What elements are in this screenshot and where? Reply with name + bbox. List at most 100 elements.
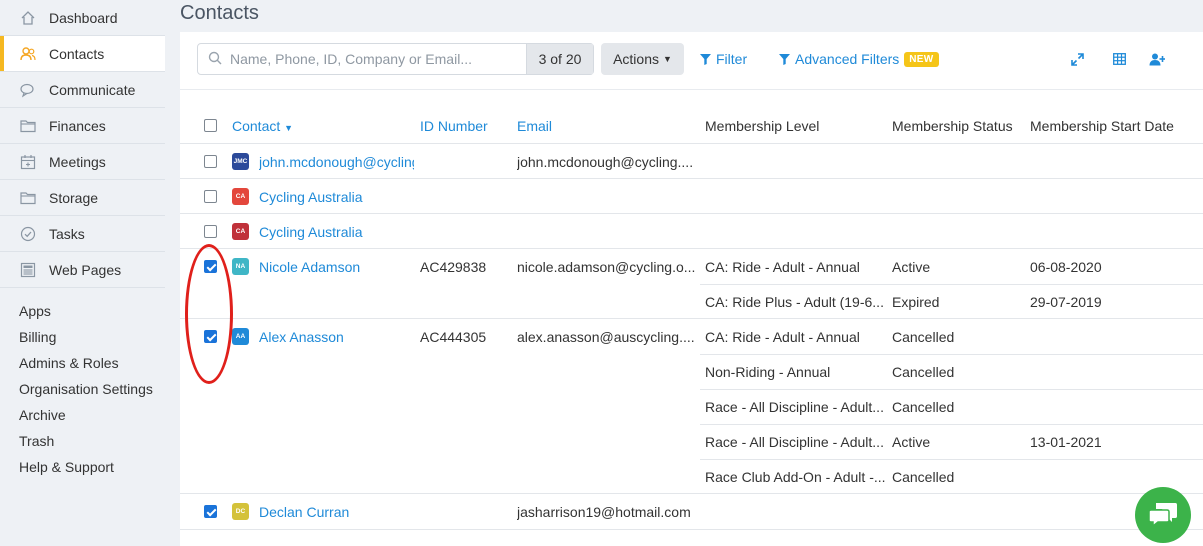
sidebar-link-help-support[interactable]: Help & Support: [0, 454, 165, 480]
sidebar-item-label: Storage: [49, 189, 99, 206]
sidebar-item-label: Finances: [49, 117, 106, 134]
email-column-header[interactable]: Email: [517, 108, 552, 144]
sidebar-item-label: Web Pages: [49, 261, 122, 278]
contacts-table: Contact ▼ ID Number Email Membership Lev…: [180, 108, 1203, 530]
toolbar: 3 of 20 Actions ▼ Filter Advanced Filter…: [180, 32, 1203, 90]
search-box[interactable]: 3 of 20: [197, 43, 594, 75]
expand-icon[interactable]: [1068, 50, 1086, 68]
contact-name-link[interactable]: Alex Anasson: [259, 319, 414, 355]
table-row[interactable]: NA Nicole Adamson AC429838 nicole.adamson@c…: [180, 249, 1203, 319]
table-icon[interactable]: [1110, 50, 1128, 68]
highlight-annotation: [185, 244, 233, 384]
sidebar-item-dashboard[interactable]: Dashboard: [0, 0, 165, 36]
sidebar-link-apps[interactable]: Apps: [0, 298, 165, 324]
actions-button[interactable]: Actions ▼: [601, 43, 684, 75]
sidebar-link-archive[interactable]: Archive: [0, 402, 165, 428]
sidebar-item-label: Contacts: [49, 45, 105, 62]
membership-start-cell: [1030, 354, 1203, 390]
sort-down-icon: ▼: [284, 123, 294, 133]
contact-column-header[interactable]: Contact ▼: [232, 108, 293, 144]
sidebar-item-label: Tasks: [49, 225, 85, 242]
contact-name-link[interactable]: Nicole Adamson: [259, 249, 414, 285]
search-icon: [208, 51, 224, 67]
filter-label: Filter: [716, 51, 748, 67]
funnel-icon: [700, 53, 711, 65]
membership-level-cell: Non-Riding - Annual: [705, 364, 831, 380]
sidebar-link-billing[interactable]: Billing: [0, 324, 165, 350]
advanced-filters-button[interactable]: Advanced Filters NEW: [779, 43, 939, 75]
email-cell: jasharrison19@hotmail.com: [517, 504, 691, 520]
sidebar-link-trash[interactable]: Trash: [0, 428, 165, 454]
avatar: CA: [232, 188, 249, 205]
avatar: NA: [232, 258, 249, 275]
sidebar-item-web-pages[interactable]: Web Pages: [0, 252, 165, 288]
membership-level-cell: CA: Ride Plus - Adult (19-6...: [705, 294, 884, 310]
contact-name-link[interactable]: john.mcdonough@cycling: [259, 144, 414, 180]
table-row[interactable]: DC Declan Curran jasharrison19@hotmail.com: [180, 494, 1203, 530]
email-cell: [517, 179, 697, 215]
sidebar-item-label: Meetings: [49, 153, 106, 170]
sidebar: Dashboard Contacts Communicate Finances Meet…: [0, 0, 165, 546]
membership-status-cell: Active: [892, 259, 931, 275]
sidebar-item-storage[interactable]: Storage: [0, 180, 165, 216]
email-cell: john.mcdonough@cycling....: [517, 154, 694, 170]
web-page-icon: [19, 261, 37, 279]
table-row[interactable]: AA Alex Anasson AC444305 alex.anasson@auscy…: [180, 319, 1203, 494]
table-row[interactable]: JMC john.mcdonough@cycling john.mcdonough@…: [180, 144, 1203, 179]
membership-status-cell: Cancelled: [892, 329, 955, 345]
membership-status-cell: Cancelled: [892, 399, 955, 415]
row-checkbox[interactable]: [204, 190, 217, 203]
membership-level-cell: CA: Ride - Adult - Annual: [705, 259, 860, 275]
avatar: JMC: [232, 153, 249, 170]
home-icon: [19, 9, 37, 27]
contact-name-link[interactable]: Cycling Australia: [259, 179, 414, 215]
email-cell: [517, 214, 697, 250]
result-count: 3 of 20: [526, 44, 593, 74]
page-title: Contacts: [180, 2, 259, 24]
sidebar-item-tasks[interactable]: Tasks: [0, 216, 165, 252]
row-checkbox[interactable]: [204, 505, 217, 518]
sidebar-link-organisation-settings[interactable]: Organisation Settings: [0, 376, 165, 402]
select-all-checkbox[interactable]: [204, 119, 217, 132]
table-row[interactable]: CA Cycling Australia: [180, 214, 1203, 249]
sidebar-item-finances[interactable]: Finances: [0, 108, 165, 144]
sidebar-item-contacts[interactable]: Contacts: [0, 36, 165, 72]
contact-name-link[interactable]: Declan Curran: [259, 494, 414, 530]
sidebar-item-meetings[interactable]: Meetings: [0, 144, 165, 180]
membership-status-cell: Cancelled: [892, 364, 955, 380]
id-number-cell: [420, 214, 510, 250]
folder-icon: [19, 189, 37, 207]
sidebar-item-communicate[interactable]: Communicate: [0, 72, 165, 108]
membership-level-cell: Race Club Add-On - Adult -...: [705, 469, 885, 485]
advanced-filters-label: Advanced Filters: [795, 51, 900, 67]
table-header-row: Contact ▼ ID Number Email Membership Lev…: [180, 108, 1203, 144]
membership-level-cell: Race - All Discipline - Adult...: [705, 434, 884, 450]
id-number-column-header[interactable]: ID Number: [420, 108, 488, 144]
sidebar-item-label: Communicate: [49, 81, 136, 98]
avatar: DC: [232, 503, 249, 520]
membership-start-cell: 29-07-2019: [1030, 294, 1102, 310]
chevron-down-icon: ▼: [663, 54, 672, 64]
id-number-cell: AC444305: [420, 329, 487, 345]
filter-button[interactable]: Filter: [700, 43, 747, 75]
avatar: CA: [232, 223, 249, 240]
membership-level-cell: Race - All Discipline - Adult...: [705, 399, 884, 415]
row-checkbox[interactable]: [204, 225, 217, 238]
membership-start-cell: [1030, 459, 1203, 495]
id-number-cell: [420, 144, 510, 180]
calendar-icon: [19, 153, 37, 171]
folder-icon: [19, 117, 37, 135]
chat-button[interactable]: [1135, 487, 1191, 543]
contact-name-link[interactable]: Cycling Australia: [259, 214, 414, 250]
membership-level-column-header: Membership Level: [705, 118, 820, 134]
search-input[interactable]: [230, 51, 510, 67]
sidebar-link-admins-roles[interactable]: Admins & Roles: [0, 350, 165, 376]
table-row[interactable]: CA Cycling Australia: [180, 179, 1203, 214]
add-contact-icon[interactable]: [1148, 50, 1166, 68]
id-number-cell: AC429838: [420, 259, 487, 275]
row-checkbox[interactable]: [204, 155, 217, 168]
membership-status-cell: Active: [892, 434, 931, 450]
membership-start-cell: [1030, 319, 1203, 355]
membership-start-cell: [1030, 389, 1203, 425]
contacts-icon: [19, 45, 37, 63]
